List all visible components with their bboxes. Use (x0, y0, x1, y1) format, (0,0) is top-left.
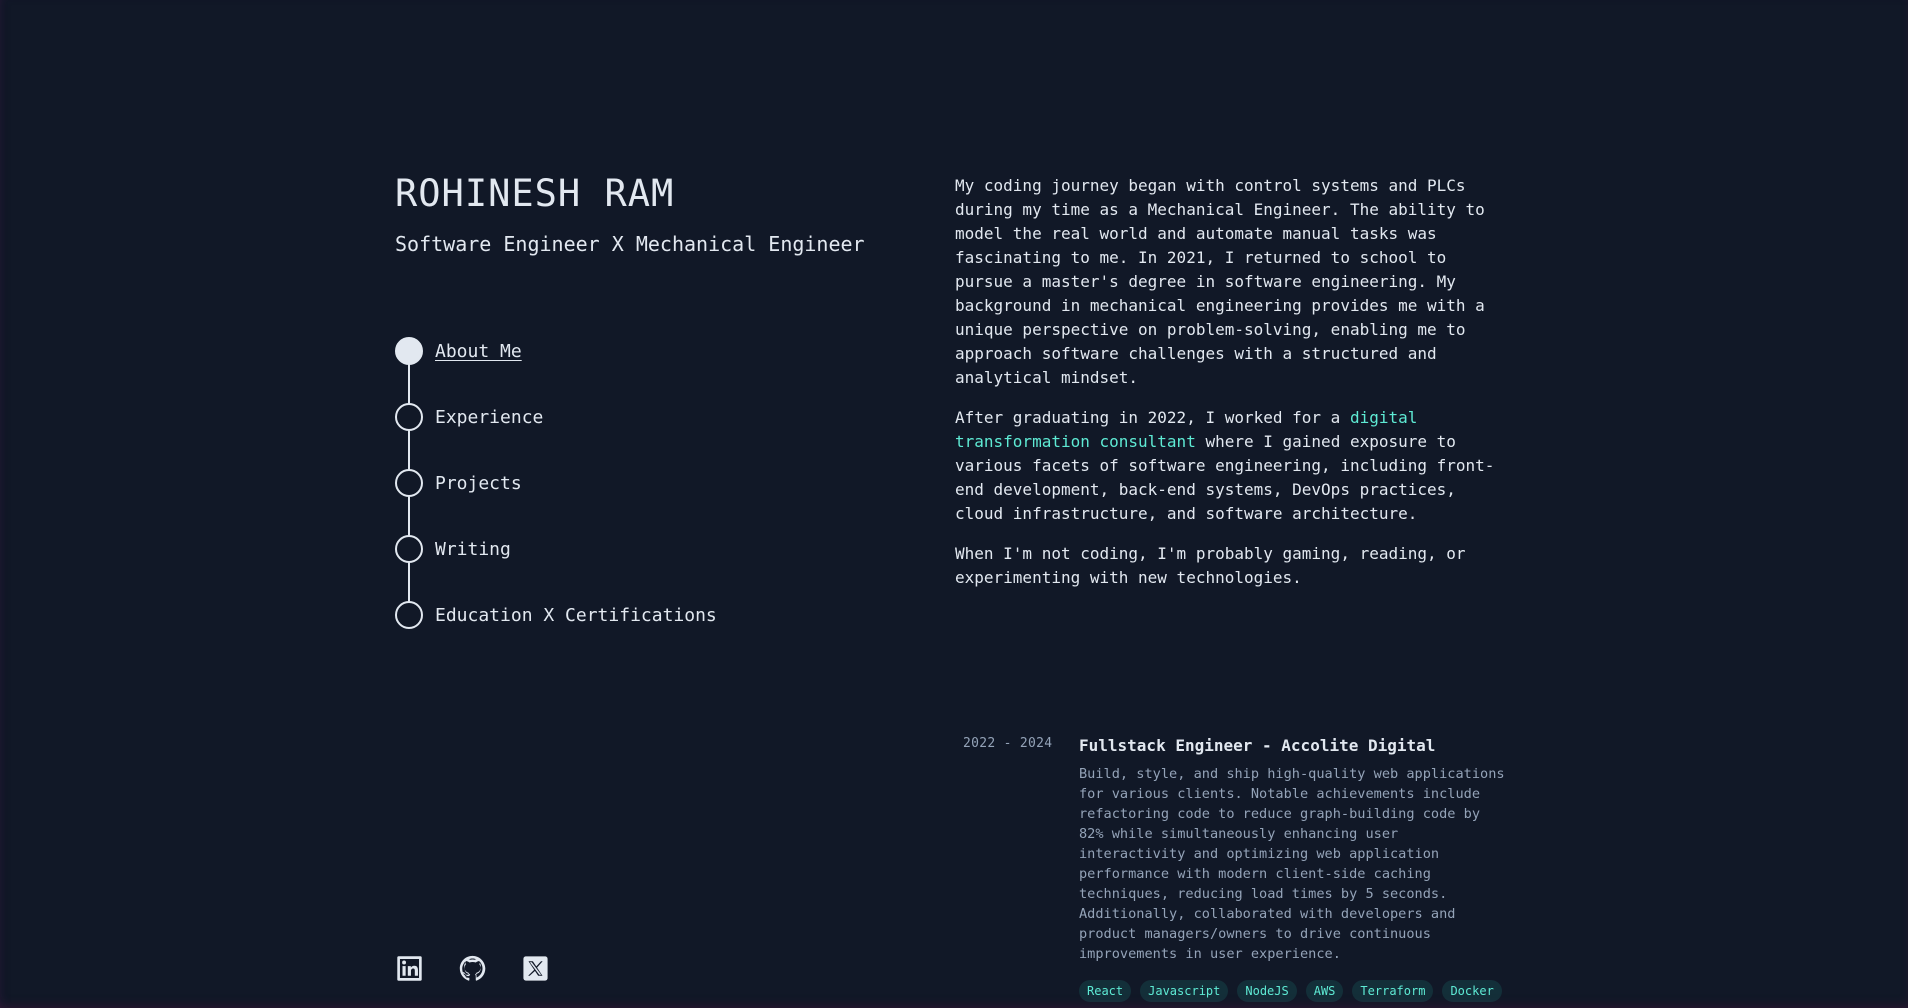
nav-label[interactable]: Education X Certifications (435, 605, 717, 626)
tech-tag: Javascript (1140, 980, 1229, 1002)
about-paragraph: After graduating in 2022, I worked for a… (955, 406, 1511, 526)
experience-date: 2022 - 2024 (963, 736, 1053, 751)
tech-tag: NodeJS (1237, 980, 1297, 1002)
about-text: After graduating in 2022, I worked for a (955, 408, 1350, 427)
experience-title[interactable]: Fullstack Engineer - Accolite Digital (1079, 734, 1511, 758)
nav-item-education-certifications[interactable]: Education X Certifications (395, 600, 915, 630)
nav-label[interactable]: Experience (435, 407, 543, 428)
tech-tag: AWS (1305, 980, 1344, 1002)
nav-item-about-me[interactable]: About Me (395, 336, 915, 366)
experience-card[interactable]: 2022 - 2024 Fullstack Engineer - Accolit… (955, 734, 1511, 1008)
nav-dot-icon (395, 601, 423, 629)
page: ROHINESH RAM Software Engineer X Mechani… (0, 0, 1908, 1008)
about-paragraph: When I'm not coding, I'm probably gaming… (955, 544, 1466, 587)
linkedin-icon[interactable] (395, 954, 424, 983)
nav-label[interactable]: Writing (435, 539, 511, 560)
experience-body: Fullstack Engineer - Accolite Digital Bu… (1079, 734, 1511, 1008)
nav-label[interactable]: Projects (435, 473, 522, 494)
social-links (395, 954, 550, 983)
tech-tag: Terraform (1352, 980, 1434, 1002)
nav-dot-active-icon (395, 337, 423, 365)
tech-tags: React Javascript NodeJS AWS Terraform Do… (1079, 980, 1511, 1002)
tech-tag: React (1079, 980, 1132, 1002)
about-paragraph: My coding journey began with control sys… (955, 176, 1485, 387)
page-title: ROHINESH RAM (395, 172, 675, 215)
tagline: Software Engineer X Mechanical Engineer (395, 232, 865, 256)
section-nav: About Me Experience Projects Writing Edu… (395, 336, 915, 630)
nav-dot-icon (395, 403, 423, 431)
nav-dot-icon (395, 469, 423, 497)
left-column: ROHINESH RAM Software Engineer X Mechani… (395, 170, 915, 646)
nav-item-projects[interactable]: Projects (395, 468, 915, 498)
x-twitter-icon[interactable] (521, 954, 550, 983)
github-icon[interactable] (458, 954, 487, 983)
nav-item-writing[interactable]: Writing (395, 534, 915, 564)
nav-item-experience[interactable]: Experience (395, 402, 915, 432)
nav-dot-icon (395, 535, 423, 563)
about-section: My coding journey began with control sys… (955, 174, 1511, 606)
experience-description: Build, style, and ship high-quality web … (1079, 766, 1505, 962)
tech-tag: Docker (1442, 980, 1502, 1002)
nav-label[interactable]: About Me (435, 341, 522, 362)
